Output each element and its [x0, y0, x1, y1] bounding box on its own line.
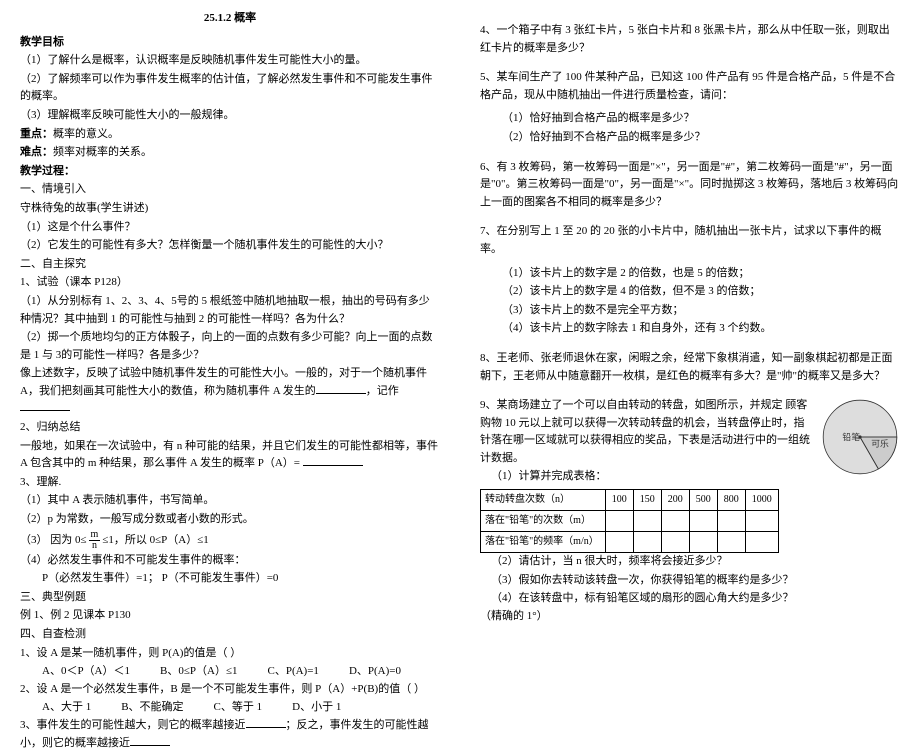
- q7c: （3）该卡片上的数不是完全平方数；: [480, 302, 900, 320]
- difficulty: 难点：频率对概率的关系。: [20, 144, 440, 162]
- th2: 落在"铅笔"的次数（m）: [481, 511, 606, 532]
- sec-5: 三、典型例题: [20, 589, 440, 607]
- sec-2: 二、自主探究: [20, 256, 440, 274]
- sec-1b: （1）这是个什么事件？: [20, 219, 440, 237]
- data-table: 转动转盘次数（n） 100 150 200 500 800 1000 落在"铅笔…: [480, 489, 779, 553]
- th1: 转动转盘次数（n）: [481, 490, 606, 511]
- table-row: 转动转盘次数（n） 100 150 200 500 800 1000: [481, 490, 779, 511]
- sec-3: 2、归纳总结: [20, 419, 440, 437]
- blank: [316, 383, 366, 394]
- sec-4: 3、理解.: [20, 474, 440, 492]
- cell: 1000: [745, 490, 778, 511]
- right-column: 4、一个箱子中有 3 张红卡片，5 张白卡片和 8 张黑卡片，那么从中任取一张，…: [460, 0, 920, 650]
- t2: （2）请估计，当 n 很大时，频率将会接近多少？: [480, 553, 812, 571]
- sec-2d: 像上述数字，反映了试验中随机事件发生的可能性大小。一般的，对于一个随机事件 A，…: [20, 365, 440, 418]
- cell: [605, 511, 633, 532]
- q5a: （1）恰好抽到合格产品的概率是多少？: [480, 110, 900, 128]
- blank: [303, 455, 363, 466]
- cell: [605, 532, 633, 553]
- sec-6: 四、自查检测: [20, 626, 440, 644]
- q7b: （2）该卡片上的数字是 4 的倍数，但不是 3 的倍数；: [480, 283, 900, 301]
- q7: 7、在分别写上 1 至 20 的 20 张的小卡片中，随机抽出一张卡片，试求以下…: [480, 223, 900, 258]
- q3: 3、事件发生的可能性越大，则它的概率越接近；反之，事件发生的可能性越小，则它的概…: [20, 717, 440, 752]
- q1: 1、设 A 是某一随机事件，则 P(A)的值是（ ）: [20, 645, 440, 663]
- wheel-label-pencil: 铅笔: [842, 431, 860, 442]
- q7d: （4）该卡片上的数字除去 1 和自身外，还有 3 个约数。: [480, 320, 900, 338]
- cell: 500: [689, 490, 717, 511]
- sec-2a: 1、试验（课本 P128）: [20, 274, 440, 292]
- opt-a: A、0＜P（A）＜1: [42, 663, 130, 681]
- q8: 8、王老师、张老师退休在家，闲暇之余，经常下象棋消遣，知一副象棋起初都是正面朝下…: [480, 350, 900, 385]
- opt-b: B、0≤P（A）≤1: [160, 663, 237, 681]
- doc-title: 25.1.2 概率: [20, 10, 440, 28]
- t4: （4）在该转盘中，标有铅笔区域的扇形的圆心角大约是多少？（精确的 1°）: [480, 590, 812, 625]
- q5: 5、某车间生产了 100 件某种产品，已知这 100 件产品有 95 件是合格产…: [480, 69, 900, 104]
- sec-4d: （4）必然发生事件和不可能发生事件的概率：: [20, 552, 440, 570]
- q1-options: A、0＜P（A）＜1 B、0≤P（A）≤1 C、P(A)=1 D、P(A)=0: [20, 663, 440, 681]
- left-column: 25.1.2 概率 教学目标 （1）了解什么是概率，认识概率是反映随机事件发生可…: [0, 0, 460, 650]
- sec-4e: P（必然发生事件）=1； P（不可能发生事件）=0: [20, 570, 440, 588]
- opt-b: B、不能确定: [121, 699, 183, 717]
- cell: 200: [661, 490, 689, 511]
- table-row: 落在"铅笔"的次数（m）: [481, 511, 779, 532]
- q4: 4、一个箱子中有 3 张红卡片，5 张白卡片和 8 张黑卡片，那么从中任取一张，…: [480, 22, 900, 57]
- wheel-label-cola: 可乐: [871, 438, 889, 449]
- table-row: 落在"铅笔"的频率（m/n）: [481, 532, 779, 553]
- opt-c: C、等于 1: [214, 699, 263, 717]
- q6: 6、有 3 枚筹码，第一枚筹码一面是"×"，另一面是"#"，第二枚筹码一面是"#…: [480, 159, 900, 212]
- sec-2b: （1）从分别标有 1、2、3、4、5号的 5 根纸签中随机地抽取一根，抽出的号码…: [20, 293, 440, 328]
- blank: [130, 735, 170, 746]
- q7a: （1）该卡片上的数字是 2 的倍数，也是 5 的倍数；: [480, 265, 900, 283]
- cell: 800: [717, 490, 745, 511]
- sec-1a: 守株待兔的故事(学生讲述): [20, 200, 440, 218]
- t3: （3）假如你去转动该转盘一次，你获得铅笔的概率约是多少？: [480, 572, 812, 590]
- cell: 150: [633, 490, 661, 511]
- sec-2c: （2）掷一个质地均匀的正方体骰子，向上的一面的点数有多少可能？向上一面的点数是 …: [20, 329, 440, 364]
- q2-options: A、大于 1 B、不能确定 C、等于 1 D、小于 1: [20, 699, 440, 717]
- q5b: （2）恰好抽到不合格产品的概率是多少？: [480, 129, 900, 147]
- sec-4c: （3） 因为 0≤mn≤1，所以 0≤P（A）≤1: [20, 530, 440, 551]
- opt-c: C、P(A)=1: [268, 663, 319, 681]
- cell: 100: [605, 490, 633, 511]
- sec-1c: （2）它发生的可能性有多大？怎样衡量一个随机事件发生的可能性的大小？: [20, 237, 440, 255]
- sec-4b: （2）p 为常数，一般写成分数或者小数的形式。: [20, 511, 440, 529]
- obj-2: （2）了解频率可以作为事件发生概率的估计值，了解必然发生事件和不可能发生事件的概…: [20, 71, 440, 106]
- obj-1: （1）了解什么是概率，认识概率是反映随机事件发生可能性大小的量。: [20, 52, 440, 70]
- blank: [246, 717, 286, 728]
- obj-3: （3）理解概率反映可能性大小的一般规律。: [20, 107, 440, 125]
- sec-4a: （1）其中 A 表示随机事件，书写简单。: [20, 492, 440, 510]
- process-head: 教学过程：: [20, 163, 440, 181]
- t-head: （1）计算并完成表格：: [480, 468, 812, 486]
- blank: [20, 400, 70, 411]
- th3: 落在"铅笔"的频率（m/n）: [481, 532, 606, 553]
- opt-d: D、P(A)=0: [349, 663, 401, 681]
- q9-text: 9、某商场建立了一个可以自由转动的转盘，如图所示，并规定 顾客购物 10 元以上…: [480, 397, 812, 626]
- fraction-icon: mn: [89, 530, 101, 551]
- q9: 9、某商场建立了一个可以自由转动的转盘，如图所示，并规定 顾客购物 10 元以上…: [480, 397, 900, 626]
- keypoint: 重点：重点：概率的意义。概率的意义。: [20, 126, 440, 144]
- q2: 2、设 A 是一个必然发生事件，B 是一个不可能发生事件，则 P（A）+P(B)…: [20, 681, 440, 699]
- sec-5a: 例 1、例 2 见课本 P130: [20, 607, 440, 625]
- wheel-icon: 铅笔 可乐: [820, 397, 900, 477]
- opt-d: D、小于 1: [292, 699, 341, 717]
- sec-1: 一、情境引入: [20, 181, 440, 199]
- sec-3a: 一般地，如果在一次试验中，有 n 种可能的结果，并且它们发生的可能性都相等，事件…: [20, 438, 440, 473]
- objectives-head: 教学目标: [20, 34, 440, 52]
- opt-a: A、大于 1: [42, 699, 91, 717]
- q9a: 9、某商场建立了一个可以自由转动的转盘，如图所示，并规定 顾客购物 10 元以上…: [480, 397, 812, 467]
